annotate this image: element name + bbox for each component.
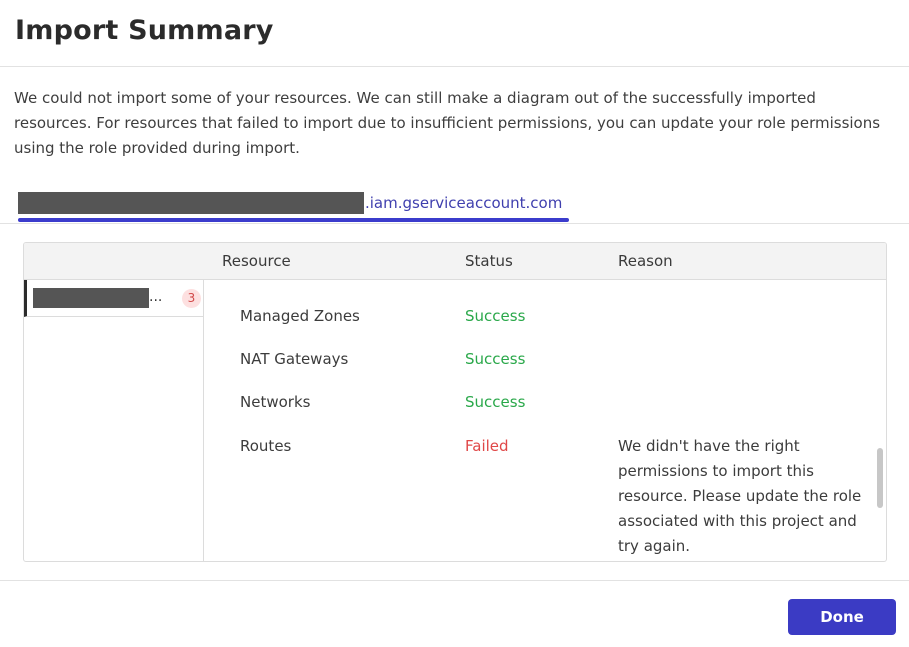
redacted-project-name xyxy=(33,288,149,308)
results-panel: Resource Status Reason ... 3 Managed Zon… xyxy=(23,242,887,562)
sidebar-item-project[interactable]: ... 3 xyxy=(24,280,204,317)
import-description: We could not import some of your resourc… xyxy=(14,89,881,157)
failure-reason: We didn't have the right permissions to … xyxy=(618,437,862,555)
column-header-status: Status xyxy=(465,252,513,270)
footer-divider xyxy=(0,580,909,581)
tab-divider xyxy=(0,223,909,224)
resource-name: Managed Zones xyxy=(240,307,360,325)
redacted-email xyxy=(18,192,364,214)
done-button[interactable]: Done xyxy=(788,599,896,635)
active-tab-indicator xyxy=(18,218,569,222)
resource-name: Networks xyxy=(240,393,311,411)
column-header-reason: Reason xyxy=(618,252,673,270)
failed-count-badge: 3 xyxy=(182,289,201,308)
dialog-title: Import Summary xyxy=(15,15,274,46)
table-header: Resource Status Reason xyxy=(24,243,886,280)
dialog-header: Import Summary xyxy=(0,0,909,67)
status-badge: Success xyxy=(465,307,526,325)
status-badge: Success xyxy=(465,393,526,411)
project-name-ellipsis: ... xyxy=(149,289,163,305)
resource-name: Routes xyxy=(240,437,292,455)
project-sidebar: ... 3 xyxy=(24,280,204,561)
table-scrollbar[interactable] xyxy=(877,448,883,508)
resource-name: NAT Gateways xyxy=(240,350,349,368)
status-badge: Success xyxy=(465,350,526,368)
column-header-resource: Resource xyxy=(222,252,291,270)
service-account-domain: .iam.gserviceaccount.com xyxy=(365,194,563,212)
status-badge: Failed xyxy=(465,437,509,455)
